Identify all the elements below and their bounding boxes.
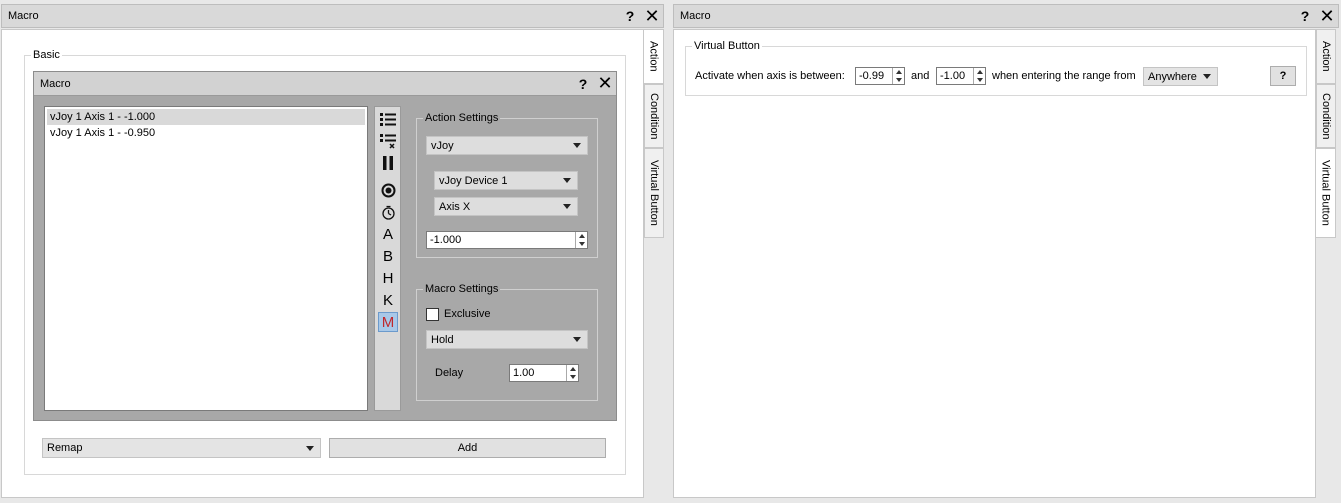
list-item-label: vJoy 1 Axis 1 - -0.950	[50, 127, 156, 139]
key-k-icon[interactable]: K	[378, 290, 398, 310]
virtual-button-group: Virtual Button Activate when axis is bet…	[685, 40, 1307, 96]
list-item[interactable]: vJoy 1 Axis 1 - -1.000	[47, 109, 365, 125]
macro-toolbar: A B H K M	[374, 106, 401, 411]
add-list-icon[interactable]	[378, 109, 398, 129]
right-window-titlebar: Macro ? ✕	[673, 4, 1339, 28]
add-button[interactable]: Add	[329, 438, 606, 458]
right-tab-condition-label: Condition	[1320, 92, 1332, 140]
right-window-title: Macro	[680, 10, 711, 22]
right-window-close-button[interactable]: ✕	[1316, 6, 1338, 27]
exclusive-checkbox[interactable]	[426, 308, 439, 321]
left-window-close-button[interactable]: ✕	[641, 6, 663, 27]
right-tab-virtual-button-label: Virtual Button	[1319, 160, 1332, 226]
left-window-help-button[interactable]: ?	[619, 8, 641, 24]
axis-value-spinbox[interactable]: -1.000	[426, 231, 588, 249]
lower-bound-spinbox[interactable]: -0.99	[855, 67, 905, 85]
spin-arrows[interactable]	[575, 232, 587, 248]
button-b-icon[interactable]: B	[378, 246, 398, 266]
direction-dropdown[interactable]: Anywhere	[1143, 67, 1218, 86]
spin-arrows[interactable]	[566, 365, 578, 381]
chevron-down-icon	[1203, 74, 1211, 79]
right-tab-virtual-button[interactable]: Virtual Button	[1316, 148, 1336, 238]
left-window-title: Macro	[8, 10, 39, 22]
timer-icon[interactable]	[378, 202, 398, 222]
entering-label: when entering the range from	[992, 70, 1136, 82]
macro-action-list[interactable]: vJoy 1 Axis 1 - -1.000 vJoy 1 Axis 1 - -…	[44, 106, 368, 411]
right-tab-action[interactable]: Action	[1316, 29, 1336, 84]
chevron-down-icon	[306, 445, 314, 451]
axis-a-icon[interactable]: A	[378, 224, 398, 244]
record-icon[interactable]	[378, 180, 398, 200]
action-settings-title: Action Settings	[423, 112, 501, 124]
action-settings-group: Action Settings vJoy vJoy Device 1 Axis …	[416, 112, 598, 258]
inner-window-titlebar: Macro ? ✕	[34, 72, 616, 96]
device-dropdown[interactable]: vJoy Device 1	[434, 171, 578, 190]
left-window-titlebar: Macro ? ✕	[1, 4, 664, 28]
right-window-help-button[interactable]: ?	[1294, 8, 1316, 24]
macro-settings-title: Macro Settings	[423, 283, 501, 295]
remove-list-icon[interactable]	[378, 131, 398, 151]
right-window-content: Virtual Button Activate when axis is bet…	[673, 29, 1316, 498]
inner-window-title: Macro	[40, 77, 71, 90]
inner-macro-window: Macro ? ✕ vJoy 1 Axis 1 - -1.000 vJoy 1 …	[33, 71, 617, 421]
basic-group-title: Basic	[31, 49, 62, 61]
virtual-button-help-button[interactable]: ?	[1270, 66, 1296, 86]
delay-label: Delay	[435, 367, 464, 379]
mouse-m-icon[interactable]: M	[378, 312, 398, 332]
axis-value: Axis X	[439, 200, 471, 213]
right-tab-action-label: Action	[1320, 41, 1332, 72]
chevron-down-icon	[563, 204, 571, 209]
hat-h-icon[interactable]: H	[378, 268, 398, 288]
right-tab-condition[interactable]: Condition	[1316, 84, 1336, 148]
activate-label: Activate when axis is between:	[695, 70, 845, 82]
spin-arrows[interactable]	[892, 68, 904, 84]
macro-mode-value: Hold	[431, 333, 454, 346]
left-window-content: Basic Macro ? ✕ vJoy 1 Axis 1 - -1.000 v…	[1, 29, 644, 498]
lower-bound-value: -0.99	[859, 70, 885, 82]
virtual-button-title: Virtual Button	[692, 40, 762, 52]
exclusive-label: Exclusive	[444, 308, 491, 320]
action-type-selector[interactable]: Remap	[42, 438, 321, 458]
and-label: and	[911, 70, 930, 82]
macro-settings-group: Macro Settings Exclusive Hold Delay 1.00	[416, 283, 598, 401]
action-type-dropdown[interactable]: vJoy	[426, 136, 588, 155]
left-tab-virtual-button-label: Virtual Button	[648, 160, 660, 226]
chevron-down-icon	[563, 178, 571, 183]
left-tab-action[interactable]: Action	[644, 29, 664, 84]
device-value: vJoy Device 1	[439, 174, 508, 187]
chevron-down-icon	[573, 337, 581, 342]
delay-spinbox[interactable]: 1.00	[509, 364, 579, 382]
upper-bound-value: -1.00	[940, 70, 966, 82]
delay-value: 1.00	[513, 367, 535, 379]
upper-bound-spinbox[interactable]: -1.00	[936, 67, 986, 85]
inner-window-help-button[interactable]: ?	[572, 76, 594, 92]
action-type-selector-value: Remap	[47, 442, 83, 454]
list-item[interactable]: vJoy 1 Axis 1 - -0.950	[47, 125, 365, 141]
action-type-value: vJoy	[431, 139, 454, 152]
direction-value: Anywhere	[1148, 70, 1197, 83]
inner-window-close-button[interactable]: ✕	[594, 73, 616, 94]
axis-value-text: -1.000	[430, 234, 462, 246]
spin-arrows[interactable]	[973, 68, 985, 84]
axis-dropdown[interactable]: Axis X	[434, 197, 578, 216]
chevron-down-icon	[573, 143, 581, 148]
macro-mode-dropdown[interactable]: Hold	[426, 330, 588, 349]
left-tab-condition[interactable]: Condition	[644, 84, 664, 148]
left-tab-condition-label: Condition	[648, 92, 660, 140]
list-item-label: vJoy 1 Axis 1 - -1.000	[50, 111, 156, 123]
left-tab-action-label: Action	[647, 41, 660, 72]
left-tab-virtual-button[interactable]: Virtual Button	[644, 148, 664, 238]
pause-icon[interactable]	[378, 153, 398, 173]
